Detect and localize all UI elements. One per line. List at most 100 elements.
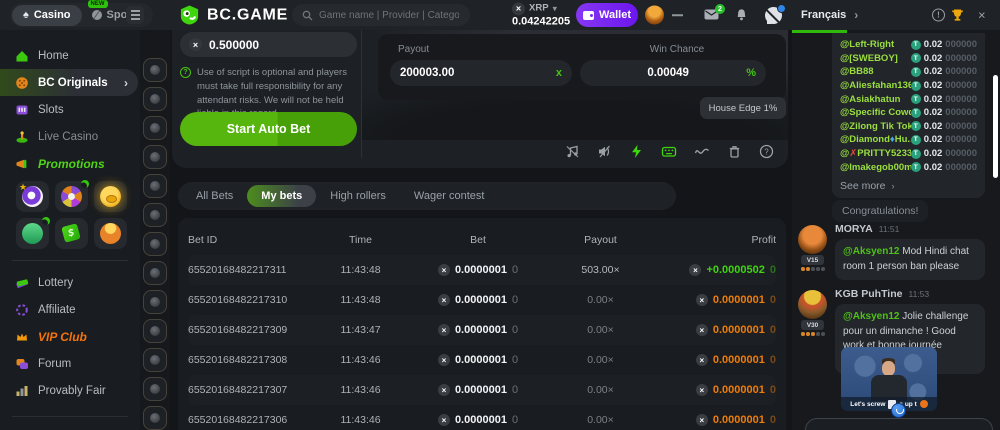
promo-piggy-button[interactable] (94, 181, 127, 212)
bet-payout: 0.00× (553, 294, 648, 306)
bet-list-button[interactable] (672, 14, 683, 16)
tip-row[interactable]: @Specific CowdenT0.02000000 (840, 106, 977, 120)
chat-scrollbar[interactable] (993, 75, 998, 178)
brand-logo[interactable]: BC.GAME (179, 5, 288, 26)
promo-spin-button[interactable]: ★ (16, 181, 49, 212)
tip-username: @Aliesfahan1363 (840, 80, 911, 91)
tip-row[interactable]: @Left-RightT0.02000000 (840, 38, 977, 52)
sidebar-item-promotions[interactable]: Promotions (0, 150, 140, 177)
reset-button[interactable] (727, 144, 742, 159)
game-icon (150, 355, 160, 365)
promo-tag-button[interactable] (55, 218, 88, 249)
search-bar[interactable] (292, 4, 470, 26)
home-icon (15, 49, 29, 63)
level-stars (801, 332, 825, 336)
help-circle-icon: ? (759, 144, 774, 159)
music-mute-button[interactable] (565, 144, 580, 159)
help-button[interactable]: ? (759, 144, 774, 159)
table-row[interactable]: 65520168482217306 11:43:46 ×0.00000010 0… (188, 405, 776, 430)
close-button[interactable]: × (978, 8, 986, 23)
sidebar-item-provably-fair[interactable]: Provably Fair (0, 377, 140, 404)
rail-game-button-13[interactable] (143, 406, 167, 430)
bcgame-app: ♠ Casino NEW Sports BC.GAME (0, 0, 1000, 430)
messages-button[interactable]: 2 (704, 9, 719, 20)
sidebar-item-lottery[interactable]: Lottery (0, 269, 140, 296)
chat-toggle-button[interactable] (765, 7, 782, 24)
tab-high-rollers[interactable]: High rollers (316, 185, 400, 207)
user-avatar[interactable] (798, 290, 827, 319)
table-row[interactable]: 65520168482217311 11:43:48 ×0.00000010 5… (188, 255, 776, 285)
wallet-button[interactable]: Wallet (576, 3, 638, 27)
rail-game-button-3[interactable] (143, 116, 167, 140)
tip-row[interactable]: @✗PRITTY5233✗T0.02000000 (840, 147, 977, 161)
tab-all-bets[interactable]: All Bets (182, 185, 247, 207)
tip-row[interactable]: @[SWEBOY]T0.02000000 (840, 52, 977, 66)
emoji-reaction-icon[interactable] (891, 403, 906, 418)
table-row[interactable]: 65520168482217307 11:43:46 ×0.00000010 0… (188, 375, 776, 405)
promo-wheel-button[interactable] (55, 181, 88, 212)
balance-selector[interactable]: × XRP ▾ 0.04242205 (512, 2, 570, 27)
sidebar-item-vip-club[interactable]: VIP Club (0, 323, 140, 350)
tether-icon: T (911, 40, 921, 50)
table-row[interactable]: 65520168482217310 11:43:48 ×0.00000010 0… (188, 285, 776, 315)
user-avatar[interactable] (645, 6, 664, 25)
tip-row[interactable]: @Imakegob00m...T0.02000000 (840, 160, 977, 174)
notifications-button[interactable] (735, 9, 748, 22)
rail-game-button-9[interactable] (143, 290, 167, 314)
currency-label: XRP (529, 4, 549, 14)
sidebar-item-forum[interactable]: Forum (0, 350, 140, 377)
rail-game-button-10[interactable] (143, 319, 167, 343)
see-more-link[interactable]: See more › (840, 174, 977, 194)
chat-username[interactable]: KGB PuhTine (835, 288, 902, 300)
trends-button[interactable] (694, 144, 710, 159)
language-selector[interactable]: Français › (801, 8, 858, 22)
menu-toggle-button[interactable] (126, 6, 144, 24)
info-button[interactable]: ! (932, 9, 945, 22)
turbo-button[interactable] (629, 144, 644, 159)
win-chance-field[interactable]: 0.00049 % (580, 60, 766, 86)
table-row[interactable]: 65520168482217309 11:43:47 ×0.00000010 0… (188, 315, 776, 345)
topbar: ♠ Casino NEW Sports BC.GAME (0, 0, 1000, 30)
tip-row[interactable]: @Diamond♦Hu...T0.02000000 (840, 133, 977, 147)
rail-game-button-2[interactable] (143, 87, 167, 111)
chat-username[interactable]: MORYA (835, 223, 873, 235)
user-avatar[interactable] (798, 225, 827, 254)
payout-field[interactable]: 200003.00 x (390, 60, 572, 86)
hotkeys-button[interactable] (661, 144, 677, 159)
mention-link[interactable]: @Aksyen12 (843, 246, 899, 257)
chat-timestamp: 11:51 (879, 224, 900, 234)
sidebar-item-bc-originals[interactable]: BC Originals › (0, 69, 138, 96)
chat-gif-attachment[interactable]: Let's screw s up t (841, 347, 937, 411)
rail-game-button-12[interactable] (143, 377, 167, 401)
tab-wager-contest[interactable]: Wager contest (400, 185, 499, 207)
tip-row[interactable]: @Zilong Tik TokT0.02000000 (840, 120, 977, 134)
rail-game-button-6[interactable] (143, 203, 167, 227)
rail-game-button-1[interactable] (143, 58, 167, 82)
chat-bubble[interactable]: @Aksyen12 Mod Hindi chat room 1 person b… (835, 239, 985, 280)
rail-game-button-5[interactable] (143, 174, 167, 198)
promo-rocket-button[interactable] (16, 218, 49, 249)
sidebar-item-affiliate[interactable]: Affiliate (0, 296, 140, 323)
level-badge: V15 (801, 255, 824, 265)
sidebar-item-live-casino[interactable]: Live Casino (0, 123, 140, 150)
tip-row[interactable]: @Aliesfahan1363T0.02000000 (840, 79, 977, 93)
sound-mute-button[interactable] (597, 144, 612, 159)
rail-game-button-8[interactable] (143, 261, 167, 285)
rail-game-button-4[interactable] (143, 145, 167, 169)
rail-game-button-7[interactable] (143, 232, 167, 256)
sidebar-item-slots[interactable]: Slots (0, 96, 140, 123)
search-input[interactable] (319, 10, 459, 21)
sidebar-item-home[interactable]: Home (0, 42, 140, 69)
table-row[interactable]: 65520168482217308 11:43:46 ×0.00000010 0… (188, 345, 776, 375)
rail-game-button-11[interactable] (143, 348, 167, 372)
casino-toggle-button[interactable]: ♠ Casino (12, 5, 82, 26)
promo-bonus-button[interactable] (94, 218, 127, 249)
mention-link[interactable]: @Aksyen12 (843, 311, 899, 322)
chat-input[interactable] (805, 418, 993, 430)
rewards-button[interactable] (951, 9, 964, 22)
start-auto-bet-button[interactable]: Start Auto Bet (180, 112, 357, 146)
tip-row[interactable]: @AsiakhatunT0.02000000 (840, 92, 977, 106)
tip-row[interactable]: @BB88T0.02000000 (840, 65, 977, 79)
tab-my-bets[interactable]: My bets (247, 185, 316, 207)
bet-amount-field[interactable]: × 0.500000 (180, 32, 357, 57)
